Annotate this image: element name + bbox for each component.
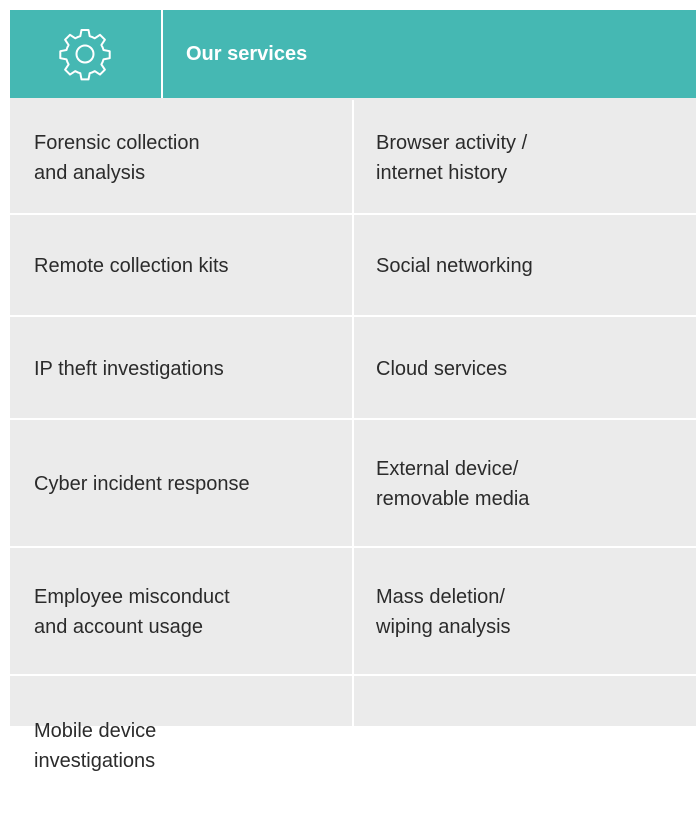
service-item	[376, 676, 676, 816]
services-header: Our services	[10, 10, 696, 98]
service-item: Social networking	[376, 255, 533, 277]
service-item: Employee misconduct and account usage	[34, 586, 230, 638]
service-item: IP theft investigations	[34, 357, 224, 380]
table-row: Mobile device investigations	[10, 676, 696, 816]
services-card: Our services Forensic collection and ana…	[10, 10, 696, 816]
service-item: Cloud services	[376, 357, 508, 380]
table-row: Cyber incident response External device/…	[10, 420, 696, 548]
service-item: Forensic collection and analysis	[34, 131, 200, 184]
service-item: Cyber incident response	[34, 473, 250, 495]
column-divider	[352, 676, 354, 816]
column-divider	[352, 215, 354, 317]
table-row: Remote collection kits Social networking	[10, 215, 696, 317]
table-row: Employee misconduct and account usage Ma…	[10, 548, 696, 676]
header-title: Our services	[186, 43, 308, 65]
table-row: Forensic collection and analysis Browser…	[10, 100, 696, 215]
column-divider	[352, 548, 354, 676]
service-item: Remote collection kits	[34, 255, 229, 277]
table-row: IP theft investigations Cloud services	[10, 317, 696, 420]
services-grid: Forensic collection and analysis Browser…	[10, 100, 696, 816]
header-divider	[161, 10, 163, 98]
column-divider	[352, 420, 354, 548]
column-divider	[352, 100, 354, 215]
gear-icon	[59, 29, 111, 81]
header-icon-cell	[10, 10, 160, 98]
service-item: Mobile device investigations	[34, 720, 157, 772]
service-item: Mass deletion/ wiping analysis	[376, 586, 511, 638]
column-divider	[352, 317, 354, 420]
service-item: External device/ removable media	[376, 458, 530, 510]
service-item: Browser activity / internet history	[376, 131, 528, 184]
